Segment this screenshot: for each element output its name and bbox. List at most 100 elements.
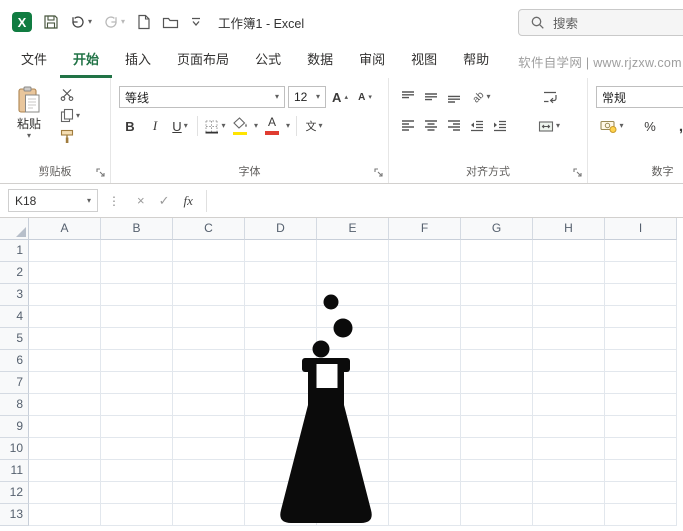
cell[interactable] (605, 372, 677, 394)
cell[interactable] (389, 504, 461, 526)
excel-logo-icon[interactable]: X (12, 12, 32, 32)
cell[interactable] (533, 504, 605, 526)
row-header[interactable]: 9 (0, 416, 29, 438)
document-button[interactable] (136, 14, 151, 30)
cell[interactable] (533, 306, 605, 328)
formula-bar-handle[interactable]: ⋮ (108, 194, 120, 208)
cell[interactable] (101, 504, 173, 526)
cell[interactable] (101, 284, 173, 306)
cell[interactable] (605, 504, 677, 526)
cell[interactable] (29, 416, 101, 438)
tab-formulas[interactable]: 公式 (242, 44, 294, 78)
cell[interactable] (173, 240, 245, 262)
cell[interactable] (173, 394, 245, 416)
customize-toolbar-button[interactable] (190, 17, 202, 28)
cell[interactable] (533, 328, 605, 350)
italic-button[interactable]: I (144, 114, 166, 138)
cell[interactable] (461, 482, 533, 504)
align-center-button[interactable] (420, 114, 442, 138)
redo-button[interactable]: ▾ (103, 14, 125, 30)
cell[interactable] (389, 460, 461, 482)
cell[interactable] (389, 416, 461, 438)
percent-style-button[interactable]: % (639, 114, 661, 138)
comma-style-button[interactable]: , (670, 114, 683, 138)
column-header[interactable]: A (29, 218, 101, 240)
align-middle-button[interactable] (420, 85, 442, 109)
cell[interactable] (101, 416, 173, 438)
cell[interactable] (245, 240, 317, 262)
cell[interactable] (101, 262, 173, 284)
paste-button[interactable]: 粘贴 ▾ (6, 84, 52, 147)
font-name-select[interactable]: 等线 ▾ (119, 86, 285, 108)
cell[interactable] (29, 328, 101, 350)
name-box[interactable]: K18 ▾ (8, 189, 98, 212)
row-header[interactable]: 5 (0, 328, 29, 350)
cell[interactable] (101, 460, 173, 482)
cell[interactable] (101, 372, 173, 394)
cell[interactable] (605, 328, 677, 350)
increase-font-size-button[interactable]: A ▴ (329, 85, 351, 109)
tab-help[interactable]: 帮助 (450, 44, 502, 78)
save-button[interactable] (43, 14, 59, 30)
cell[interactable] (461, 262, 533, 284)
cell[interactable] (533, 350, 605, 372)
font-size-select[interactable]: 12 ▾ (288, 86, 326, 108)
cell[interactable] (389, 328, 461, 350)
tab-home[interactable]: 开始 (60, 44, 112, 78)
cell[interactable] (173, 284, 245, 306)
cell[interactable] (101, 394, 173, 416)
merge-center-button[interactable]: ▾ (532, 114, 566, 138)
formula-input[interactable] (212, 184, 683, 217)
increase-indent-button[interactable] (489, 114, 511, 138)
row-header[interactable]: 4 (0, 306, 29, 328)
column-header[interactable]: B (101, 218, 173, 240)
cell[interactable] (389, 372, 461, 394)
cut-button[interactable] (60, 84, 82, 105)
cell[interactable] (533, 438, 605, 460)
cell[interactable] (173, 438, 245, 460)
tab-file[interactable]: 文件 (8, 44, 60, 78)
cell[interactable] (389, 240, 461, 262)
flask-image[interactable] (280, 291, 374, 527)
phonetic-guide-button[interactable]: 文 ▾ (303, 114, 325, 138)
cell[interactable] (533, 460, 605, 482)
cell[interactable] (605, 394, 677, 416)
enter-icon[interactable]: ✓ (159, 193, 170, 209)
row-header[interactable]: 11 (0, 460, 29, 482)
alignment-dialog-launcher[interactable] (572, 167, 584, 179)
column-header[interactable]: C (173, 218, 245, 240)
cell[interactable] (461, 416, 533, 438)
cell[interactable] (101, 482, 173, 504)
cell[interactable] (605, 284, 677, 306)
row-header[interactable]: 10 (0, 438, 29, 460)
cell[interactable] (173, 504, 245, 526)
cell[interactable] (533, 262, 605, 284)
cell[interactable] (605, 262, 677, 284)
cell[interactable] (389, 394, 461, 416)
format-painter-button[interactable] (60, 126, 82, 147)
wrap-text-button[interactable] (539, 85, 561, 109)
cell[interactable] (389, 350, 461, 372)
orientation-button[interactable]: ab ▾ (466, 85, 498, 109)
cell[interactable] (29, 306, 101, 328)
tab-insert[interactable]: 插入 (112, 44, 164, 78)
cell[interactable] (533, 372, 605, 394)
cell[interactable] (461, 438, 533, 460)
clipboard-dialog-launcher[interactable] (95, 167, 107, 179)
cell[interactable] (101, 328, 173, 350)
fill-color-button[interactable] (229, 114, 251, 138)
cell[interactable] (29, 438, 101, 460)
search-input[interactable]: 搜索 (518, 9, 683, 36)
tab-review[interactable]: 审阅 (346, 44, 398, 78)
folder-button[interactable] (162, 15, 179, 30)
cell[interactable] (173, 328, 245, 350)
cell[interactable] (461, 504, 533, 526)
insert-function-icon[interactable]: fx (184, 193, 193, 209)
copy-button[interactable]: ▾ (60, 105, 82, 126)
row-header[interactable]: 1 (0, 240, 29, 262)
cell[interactable] (461, 284, 533, 306)
cell[interactable] (533, 482, 605, 504)
column-header[interactable]: G (461, 218, 533, 240)
cell[interactable] (605, 350, 677, 372)
row-header[interactable]: 7 (0, 372, 29, 394)
